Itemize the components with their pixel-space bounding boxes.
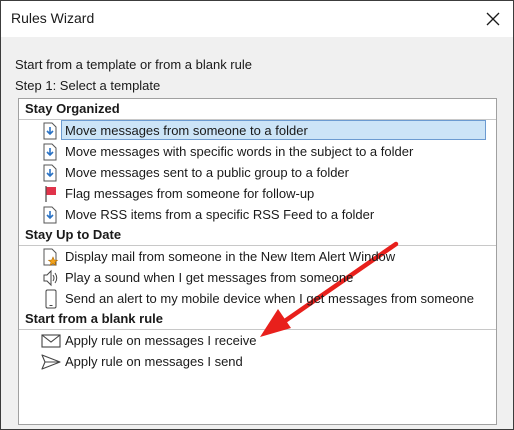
template-item-label: Send an alert to my mobile device when I…	[65, 291, 474, 306]
template-item-label: Display mail from someone in the New Ite…	[65, 249, 396, 264]
dialog-body: Start from a template or from a blank ru…	[1, 37, 513, 429]
close-icon	[486, 12, 500, 26]
alert-window-icon	[39, 247, 63, 267]
close-button[interactable]	[483, 9, 503, 29]
template-item-move-by-subject[interactable]: Move messages with specific words in the…	[19, 141, 496, 162]
folder-move-icon	[39, 121, 63, 141]
group-header-blank-rule: Start from a blank rule	[19, 309, 496, 330]
template-item-label: Move messages sent to a public group to …	[65, 165, 349, 180]
rules-wizard-dialog: Rules Wizard Start from a template or fr…	[0, 0, 514, 430]
template-item-new-item-alert[interactable]: Display mail from someone in the New Ite…	[19, 246, 496, 267]
template-item-label: Play a sound when I get messages from so…	[65, 270, 354, 285]
template-item-label: Move messages from someone to a folder	[65, 123, 308, 138]
group-header-stay-organized: Stay Organized	[19, 99, 496, 120]
group-header-stay-up-to-date: Stay Up to Date	[19, 225, 496, 246]
dialog-title: Rules Wizard	[11, 10, 95, 26]
folder-move-icon	[39, 142, 63, 162]
template-item-apply-send[interactable]: Apply rule on messages I send	[19, 351, 496, 372]
folder-move-icon	[39, 163, 63, 183]
template-list[interactable]: Stay Organized Move messages from someon…	[18, 98, 497, 425]
step-label: Step 1: Select a template	[15, 78, 161, 93]
template-item-move-rss[interactable]: Move RSS items from a specific RSS Feed …	[19, 204, 496, 225]
template-item-move-public-group[interactable]: Move messages sent to a public group to …	[19, 162, 496, 183]
mobile-icon	[39, 289, 63, 309]
template-item-mobile-alert[interactable]: Send an alert to my mobile device when I…	[19, 288, 496, 309]
template-item-label: Flag messages from someone for follow-up	[65, 186, 315, 201]
title-bar: Rules Wizard	[1, 1, 513, 37]
template-item-label: Apply rule on messages I send	[65, 354, 243, 369]
template-item-play-sound[interactable]: Play a sound when I get messages from so…	[19, 267, 496, 288]
envelope-icon	[39, 331, 63, 351]
template-item-apply-receive[interactable]: Apply rule on messages I receive	[19, 330, 496, 351]
template-item-label: Move messages with specific words in the…	[65, 144, 414, 159]
template-item-flag-followup[interactable]: Flag messages from someone for follow-up	[19, 183, 496, 204]
folder-move-icon	[39, 205, 63, 225]
send-icon	[39, 352, 63, 372]
template-item-label: Apply rule on messages I receive	[65, 333, 257, 348]
intro-text: Start from a template or from a blank ru…	[15, 57, 252, 72]
template-item-move-from-someone[interactable]: Move messages from someone to a folder	[19, 120, 496, 141]
template-item-label: Move RSS items from a specific RSS Feed …	[65, 207, 375, 222]
flag-icon	[39, 184, 63, 204]
speaker-icon	[39, 268, 63, 288]
